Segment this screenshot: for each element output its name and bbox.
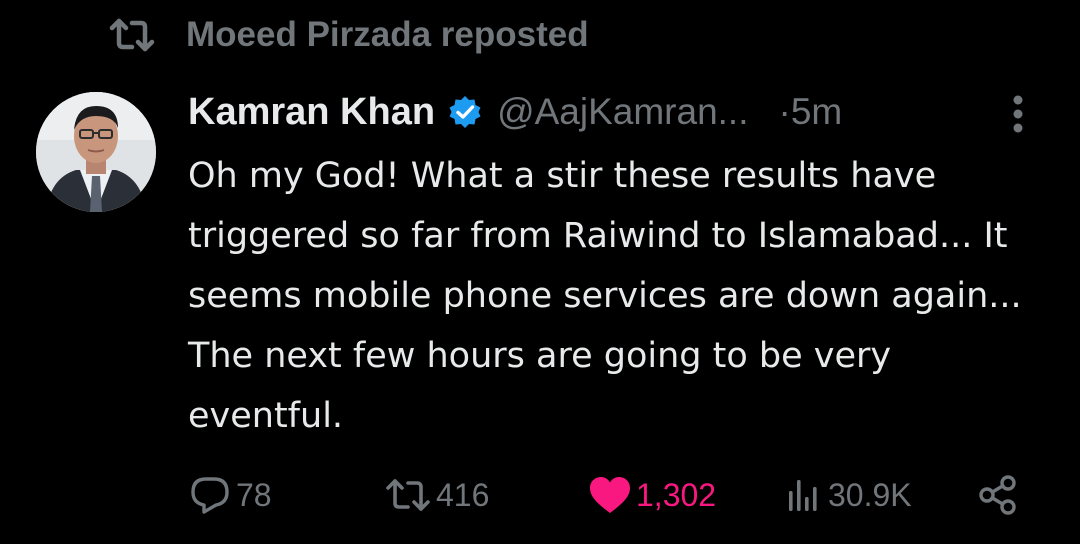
verified-badge-icon[interactable]	[447, 94, 483, 130]
repost-context[interactable]: Moeed Pirzada reposted	[108, 12, 589, 58]
views-bar-chart-icon	[784, 475, 824, 515]
avatar[interactable]	[36, 92, 156, 212]
reply-count: 78	[236, 476, 272, 513]
like-button[interactable]: 1,302	[588, 470, 716, 520]
action-bar: 78 416 1,302 30.9K	[188, 470, 1038, 520]
timestamp[interactable]: ·5m	[779, 91, 843, 133]
share-button[interactable]	[976, 470, 1020, 520]
views-button[interactable]: 30.9K	[784, 470, 912, 520]
like-count: 1,302	[636, 476, 717, 513]
share-icon	[976, 473, 1020, 517]
repost-button[interactable]: 416	[384, 470, 489, 520]
views-count: 30.9K	[828, 476, 912, 513]
repost-label: Moeed Pirzada reposted	[186, 15, 589, 54]
repost-count: 416	[436, 476, 490, 513]
more-vertical-icon[interactable]	[998, 92, 1038, 136]
tweet-header: Kamran Khan @AajKamran... ·5m	[188, 84, 1048, 140]
repost-icon	[108, 15, 156, 55]
reply-icon	[188, 473, 232, 517]
display-name[interactable]: Kamran Khan	[188, 91, 435, 134]
avatar-image	[36, 92, 156, 212]
heart-filled-icon	[588, 475, 632, 515]
user-handle[interactable]: @AajKamran...	[497, 91, 748, 133]
repost-action-icon	[384, 475, 432, 515]
tweet-text: Oh my God! What a stir these results hav…	[188, 156, 1022, 436]
reply-button[interactable]: 78	[188, 470, 272, 520]
